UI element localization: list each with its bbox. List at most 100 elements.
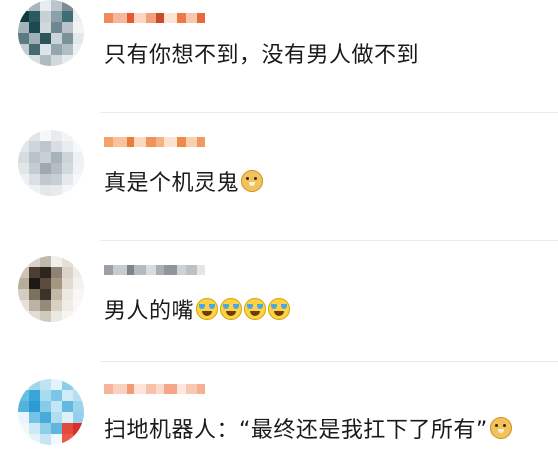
username-censored[interactable] <box>104 134 211 150</box>
avatar-pixel <box>73 300 84 311</box>
username-pixel <box>113 137 127 147</box>
avatar-pixel <box>73 152 84 163</box>
avatar-pixel <box>51 44 62 55</box>
avatar-pixel <box>73 256 84 267</box>
doge-emoji-icon <box>241 170 264 192</box>
username-pixel <box>127 13 134 23</box>
username-pixel <box>113 13 127 23</box>
avatar-pixel <box>51 33 62 44</box>
comment-text: 扫地机器人：“最终还是我扛下了所有” <box>104 413 512 443</box>
username-pixel <box>127 137 134 147</box>
avatar-pixel <box>51 256 62 267</box>
username-pixel <box>177 13 186 23</box>
laugh-cry-emoji-icon <box>196 298 219 320</box>
username-pixel <box>134 137 146 147</box>
username-pixel <box>104 13 113 23</box>
avatar[interactable] <box>18 256 84 322</box>
comment-text: 只有你想不到，没有男人做不到 <box>104 38 419 68</box>
avatar-pixel <box>73 401 84 412</box>
avatar-pixel <box>29 152 40 163</box>
avatar-pixel <box>73 412 84 423</box>
avatar-pixel <box>18 267 29 278</box>
avatar-pixel <box>40 412 51 423</box>
username-pixel <box>134 13 146 23</box>
avatar-pixel <box>73 0 84 11</box>
avatar[interactable] <box>18 130 84 196</box>
avatar-pixel <box>40 44 51 55</box>
username-pixel <box>104 265 113 275</box>
comment-item: 男人的嘴 <box>0 240 558 360</box>
username-pixel <box>156 265 164 275</box>
avatar[interactable] <box>18 0 84 66</box>
comment-text: 男人的嘴 <box>104 294 291 324</box>
avatar-pixel <box>62 141 73 152</box>
avatar-pixel <box>73 11 84 22</box>
avatar-pixel <box>73 174 84 185</box>
avatar-pixel <box>73 185 84 196</box>
avatar-pixel <box>51 300 62 311</box>
avatar-pixel <box>29 141 40 152</box>
avatar-pixel <box>73 423 84 434</box>
avatar[interactable] <box>18 379 84 445</box>
avatar-pixel <box>29 412 40 423</box>
username-pixel <box>164 13 177 23</box>
avatar-pixel <box>62 22 73 33</box>
avatar-pixel <box>29 289 40 300</box>
avatar-pixel <box>18 11 29 22</box>
avatar-pixel <box>73 44 84 55</box>
avatar-pixel <box>40 423 51 434</box>
username-pixel <box>146 265 156 275</box>
avatar-pixel <box>18 434 29 445</box>
username-pixel <box>186 265 197 275</box>
avatar-pixel <box>40 278 51 289</box>
laugh-cry-emoji-icon <box>220 298 243 320</box>
avatar-pixel <box>62 130 73 141</box>
username-pixel <box>177 265 186 275</box>
comment-item: 真是个机灵鬼 <box>0 120 558 240</box>
username-censored[interactable] <box>104 381 211 397</box>
avatar-pixel <box>62 390 73 401</box>
avatar-pixel <box>73 130 84 141</box>
avatar-pixel <box>62 311 73 322</box>
username-pixel <box>197 137 205 147</box>
avatar-pixel <box>18 256 29 267</box>
avatar-pixel <box>40 256 51 267</box>
avatar-pixel <box>51 11 62 22</box>
username-pixel <box>146 384 156 394</box>
avatar-pixel <box>51 152 62 163</box>
username-pixel <box>156 384 164 394</box>
avatar-pixel <box>62 423 73 434</box>
avatar-pixel <box>18 174 29 185</box>
avatar-pixel <box>18 300 29 311</box>
avatar-pixel <box>73 311 84 322</box>
avatar-pixel <box>62 163 73 174</box>
avatar-pixel <box>29 434 40 445</box>
comment-feed: 只有你想不到，没有男人做不到 真是个机灵鬼 男人的嘴 扫地机器人：“最终还是我扛… <box>0 0 558 453</box>
comment-text: 真是个机灵鬼 <box>104 166 264 196</box>
avatar-pixel <box>40 130 51 141</box>
avatar-pixel <box>51 55 62 66</box>
username-pixel <box>197 13 205 23</box>
comment-text-content: 真是个机灵鬼 <box>104 171 240 196</box>
avatar-pixel <box>51 267 62 278</box>
avatar-pixel <box>40 401 51 412</box>
username-censored[interactable] <box>104 10 211 26</box>
avatar-pixel <box>51 0 62 11</box>
avatar-pixel <box>18 163 29 174</box>
avatar-pixel <box>40 22 51 33</box>
comment-item: 扫地机器人：“最终还是我扛下了所有” <box>0 361 558 453</box>
avatar-pixel <box>29 267 40 278</box>
avatar-pixel <box>51 390 62 401</box>
avatar-pixel <box>62 379 73 390</box>
avatar-pixel <box>18 278 29 289</box>
avatar-pixel <box>29 163 40 174</box>
username-censored[interactable] <box>104 262 211 278</box>
avatar-pixel <box>73 22 84 33</box>
username-pixel <box>177 137 186 147</box>
avatar-pixel <box>40 152 51 163</box>
avatar-pixel <box>40 390 51 401</box>
comment-text-content: 扫地机器人：“最终还是我扛下了所有” <box>104 418 488 443</box>
avatar-pixel <box>18 289 29 300</box>
avatar-pixel <box>73 379 84 390</box>
username-pixel <box>186 384 197 394</box>
